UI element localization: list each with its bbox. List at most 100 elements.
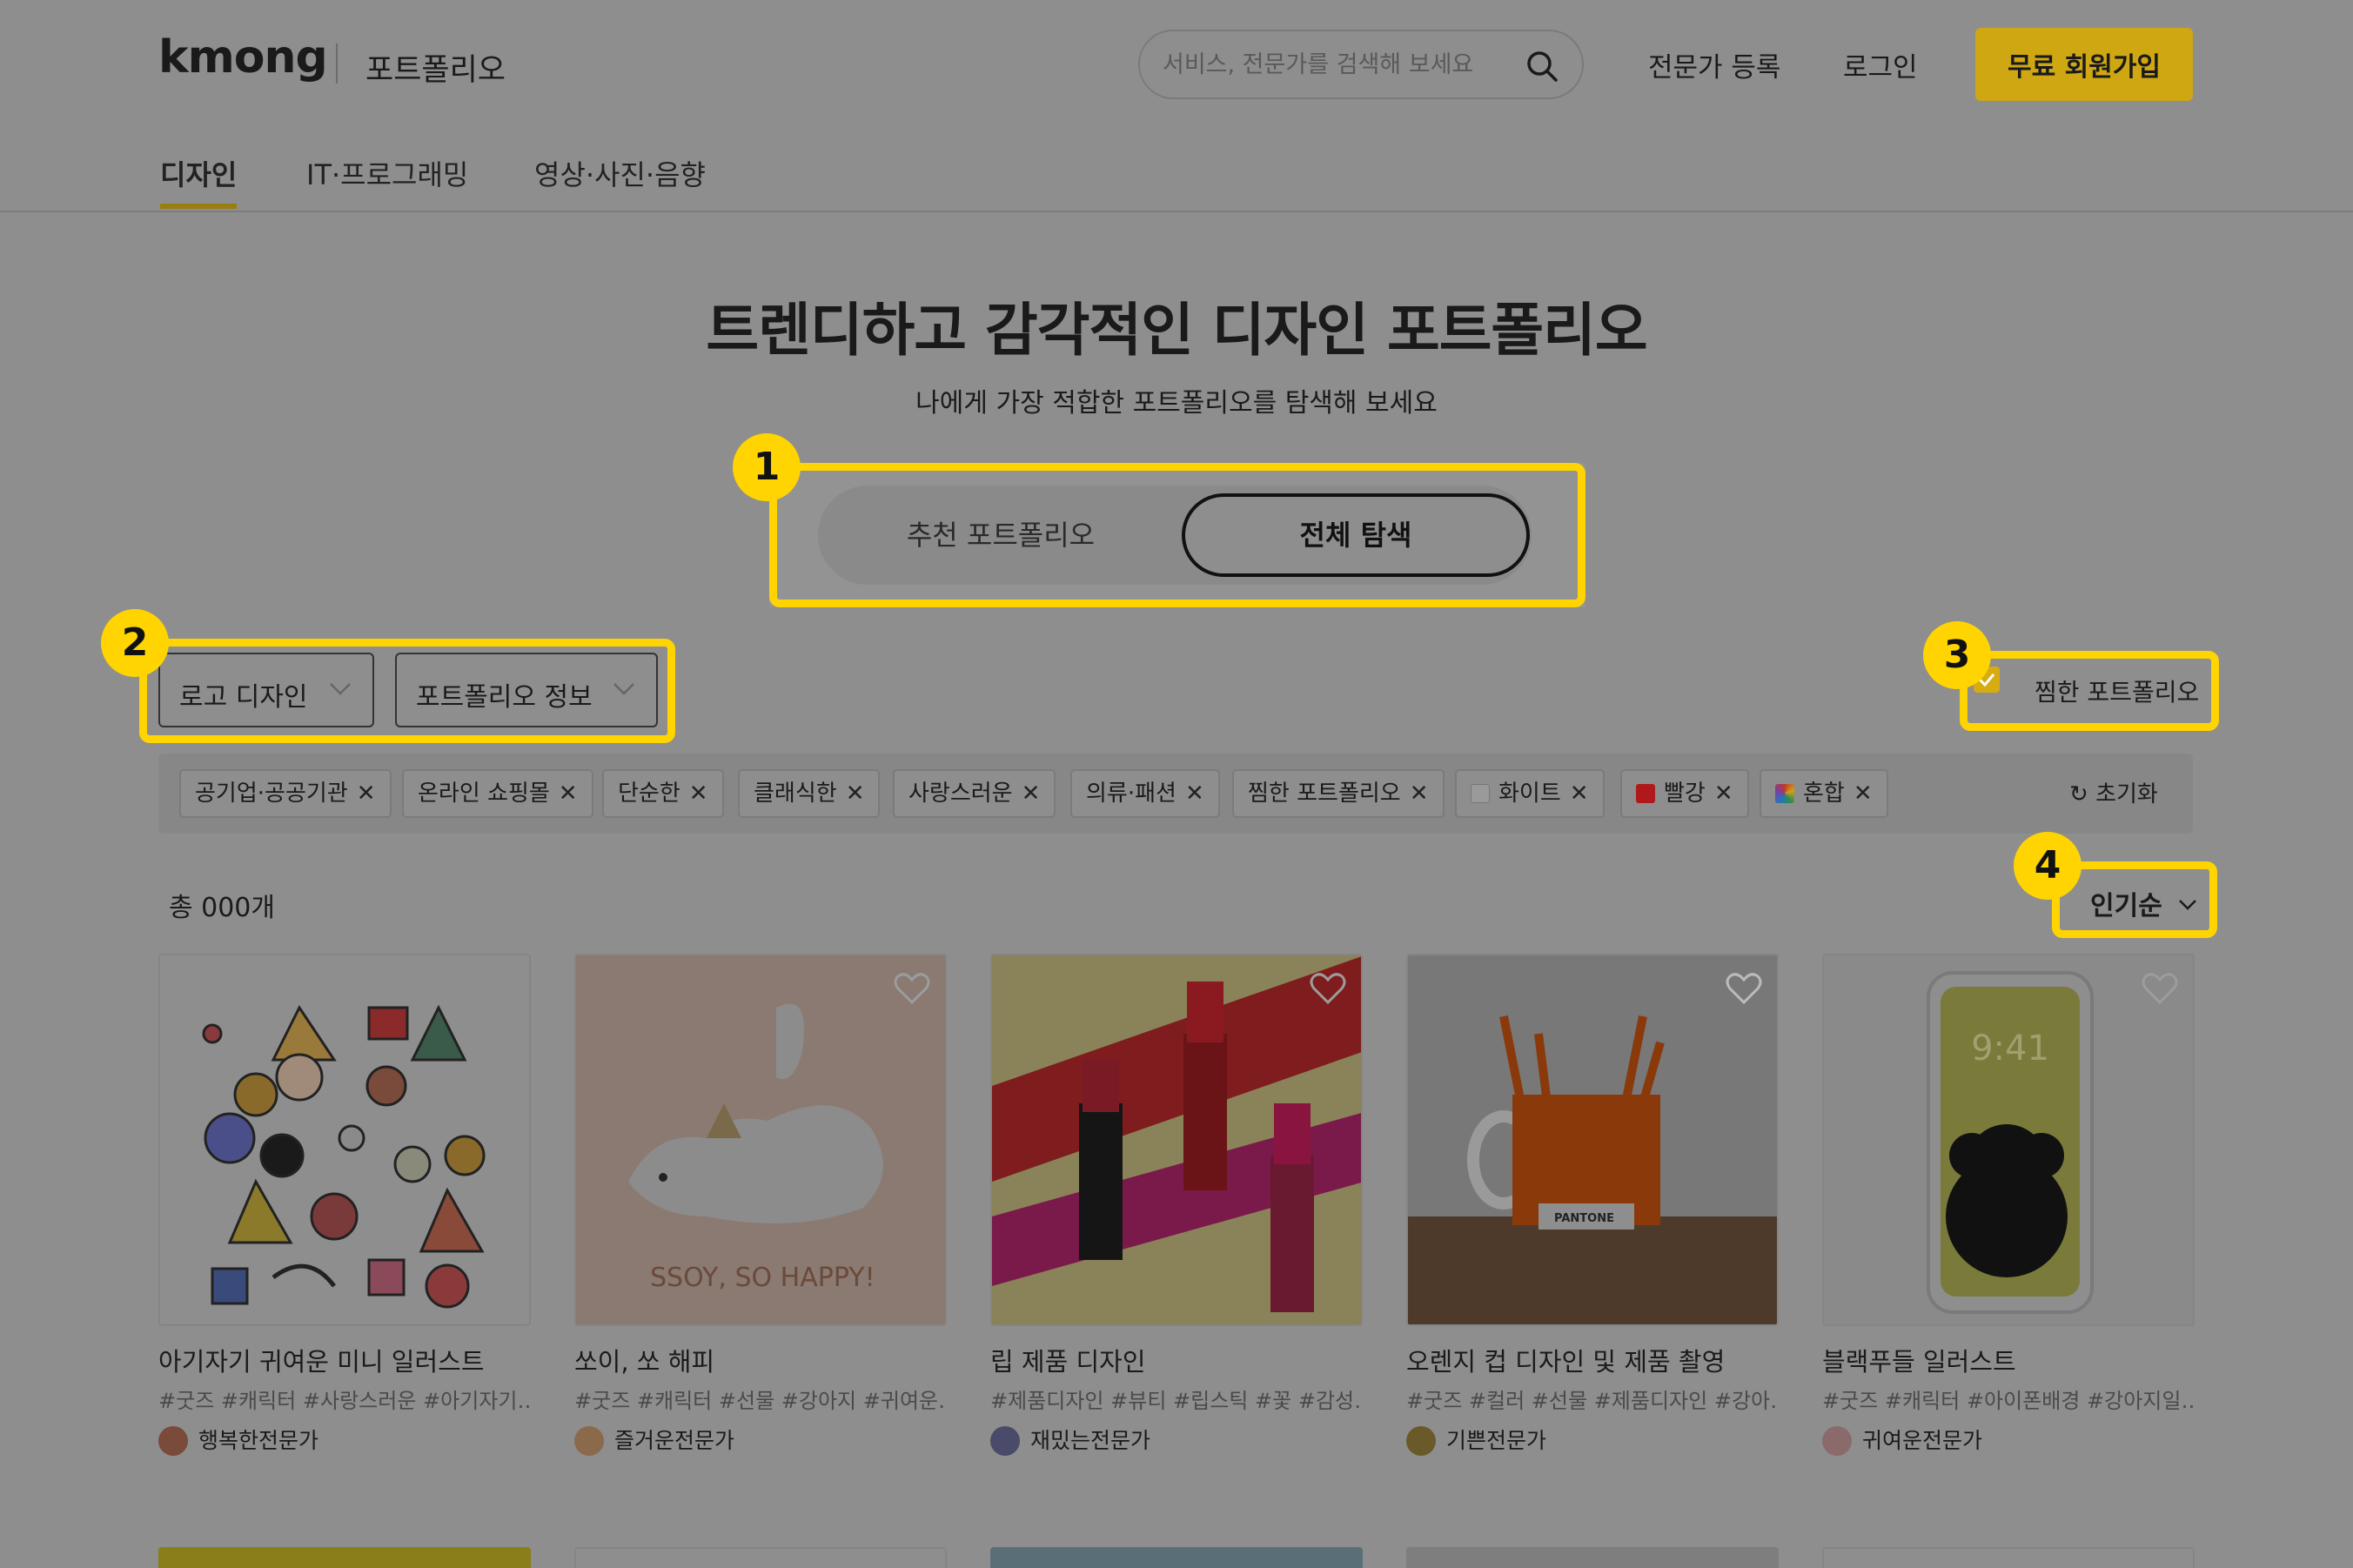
next-row-card-thumbnail[interactable] (1406, 1547, 1779, 1568)
close-icon[interactable]: ✕ (559, 771, 578, 816)
close-icon[interactable]: ✕ (1185, 771, 1204, 816)
login-link[interactable]: 로그인 (1843, 45, 1918, 84)
filter-chip[interactable]: 단순한 ✕ (602, 769, 724, 818)
search-input[interactable] (1163, 45, 1502, 84)
tab-design[interactable]: 디자인 (160, 153, 237, 193)
card-thumbnail[interactable]: 9:41 (1822, 954, 2195, 1326)
chip-label: 화이트 (1498, 781, 1561, 807)
next-row-card-thumbnail[interactable] (1822, 1547, 2195, 1568)
close-icon[interactable]: ✕ (1570, 771, 1589, 816)
card-title[interactable]: 아기자기 귀여운 미니 일러스트 (158, 1342, 485, 1378)
close-icon[interactable]: ✕ (689, 771, 708, 816)
heart-icon[interactable] (1309, 971, 1347, 1006)
filter-chip[interactable]: 공기업·공공기관 ✕ (179, 769, 392, 818)
close-icon[interactable]: ✕ (1022, 771, 1041, 816)
callout-frame-2 (139, 639, 675, 743)
chip-label: 혼합 (1803, 781, 1845, 807)
next-row-card-thumbnail[interactable] (158, 1547, 531, 1568)
card-title[interactable]: 립 제품 디자인 (990, 1342, 1146, 1378)
black-poodle-image: 9:41 (1927, 971, 2094, 1314)
filter-chip[interactable]: 찜한 포트폴리오 ✕ (1232, 769, 1445, 818)
search-box[interactable] (1138, 30, 1584, 99)
callout-badge-4: 4 (2014, 832, 2082, 900)
avatar (1822, 1426, 1852, 1456)
orange-cup-image: PANTONE (1408, 955, 1777, 1324)
author-name: 기쁜전문가 (1446, 1428, 1547, 1453)
filter-chip[interactable]: 클래식한 ✕ (738, 769, 881, 818)
signup-button[interactable]: 무료 회원가입 (1975, 28, 2193, 101)
heart-icon[interactable] (1725, 971, 1763, 1006)
callout-badge-1: 1 (733, 433, 801, 501)
reset-button[interactable]: ↻ 초기화 (2069, 776, 2158, 808)
color-swatch-mixed (1775, 784, 1794, 803)
card-thumbnail[interactable] (990, 954, 1363, 1326)
next-row-card-thumbnail[interactable] (574, 1547, 947, 1568)
expert-register-link[interactable]: 전문가 등록 (1648, 45, 1780, 84)
filter-chip[interactable]: 사랑스러운 ✕ (893, 769, 1056, 818)
header-divider (0, 211, 2353, 212)
card-tags: #굿즈 #캐릭터 #선물 #강아지 #귀여운… (574, 1389, 947, 1413)
chip-label: 온라인 쇼핑몰 (418, 781, 550, 807)
active-tab-indicator (160, 204, 237, 209)
card-author[interactable]: 기쁜전문가 (1406, 1424, 1546, 1456)
card-title[interactable]: 블랙푸들 일러스트 (1822, 1342, 2016, 1378)
card-tags: #굿즈 #캐릭터 #아이폰배경 #강아지일… (1822, 1389, 2195, 1413)
card-tags: #제품디자인 #뷰티 #립스틱 #꽃 #감성… (990, 1389, 1363, 1413)
filter-chip[interactable]: 의류·패션 ✕ (1070, 769, 1220, 818)
heart-icon[interactable] (893, 971, 931, 1006)
chip-label: 공기업·공공기관 (195, 781, 348, 807)
chip-label: 의류·패션 (1086, 781, 1176, 807)
filter-chip-color[interactable]: 혼합 ✕ (1760, 769, 1888, 818)
hero-subtitle: 나에게 가장 적합한 포트폴리오를 탐색해 보세요 (915, 388, 1438, 419)
callout-badge-2: 2 (101, 609, 169, 677)
card-author[interactable]: 재밌는전문가 (990, 1424, 1150, 1456)
chip-label: 찜한 포트폴리오 (1248, 781, 1401, 807)
card-author[interactable]: 귀여운전문가 (1822, 1424, 1982, 1456)
close-icon[interactable]: ✕ (1714, 771, 1733, 816)
chip-label: 단순한 (618, 781, 680, 807)
tab-it-programming[interactable]: IT·프로그래밍 (306, 153, 468, 193)
author-name: 재밌는전문가 (1030, 1428, 1151, 1453)
top-navigation: kmong 포트폴리오 전문가 등록 로그인 무료 회원가입 (0, 0, 2353, 124)
next-row-card-thumbnail[interactable] (990, 1547, 1363, 1568)
card-title[interactable]: 오렌지 컵 디자인 및 제품 촬영 (1406, 1342, 1725, 1378)
phone-clock: 9:41 (1971, 1029, 2049, 1069)
chip-label: 빨강 (1664, 781, 1706, 807)
chip-label: 사랑스러운 (908, 781, 1013, 807)
logo-divider (336, 44, 338, 84)
filter-chip-color[interactable]: 화이트 ✕ (1455, 769, 1605, 818)
mini-illustration-image (202, 1004, 486, 1309)
card-title[interactable]: 쏘이, 쏘 해피 (574, 1342, 714, 1378)
card-author[interactable]: 즐거운전문가 (574, 1424, 734, 1456)
total-count: 총 000개 (169, 893, 275, 923)
heart-icon[interactable] (2141, 971, 2179, 1006)
avatar (574, 1426, 604, 1456)
close-icon[interactable]: ✕ (846, 771, 865, 816)
close-icon[interactable]: ✕ (1410, 771, 1429, 816)
color-swatch-white (1471, 784, 1490, 803)
avatar (158, 1426, 188, 1456)
tab-video-photo-audio[interactable]: 영상·사진·음향 (534, 153, 706, 193)
card-author[interactable]: 행복한전문가 (158, 1424, 318, 1456)
pantone-label: PANTONE (1554, 1212, 1614, 1225)
filter-chip-color[interactable]: 빨강 ✕ (1620, 769, 1749, 818)
callout-frame-3 (1960, 651, 2219, 731)
close-icon[interactable]: ✕ (357, 771, 376, 816)
search-icon[interactable] (1525, 49, 1559, 84)
card-thumbnail[interactable]: SSOY, SO HAPPY! (574, 954, 947, 1326)
author-name: 즐거운전문가 (614, 1428, 735, 1453)
author-name: 귀여운전문가 (1862, 1428, 1983, 1453)
author-name: 행복한전문가 (198, 1428, 319, 1453)
close-icon[interactable]: ✕ (1854, 771, 1873, 816)
avatar (990, 1426, 1020, 1456)
filter-chip[interactable]: 온라인 쇼핑몰 ✕ (402, 769, 593, 818)
color-swatch-red (1636, 784, 1655, 803)
callout-frame-1 (769, 463, 1585, 607)
card-thumbnail[interactable] (158, 954, 531, 1326)
avatar (1406, 1426, 1436, 1456)
reset-label: 초기화 (2095, 781, 2158, 807)
card-thumbnail[interactable]: PANTONE (1406, 954, 1779, 1326)
kmong-logo[interactable]: kmong (158, 31, 328, 84)
ssoy-illustration-image: SSOY, SO HAPPY! (628, 1003, 883, 1293)
card-tags: #굿즈 #캐릭터 #사랑스러운 #아기자기… (158, 1389, 531, 1413)
